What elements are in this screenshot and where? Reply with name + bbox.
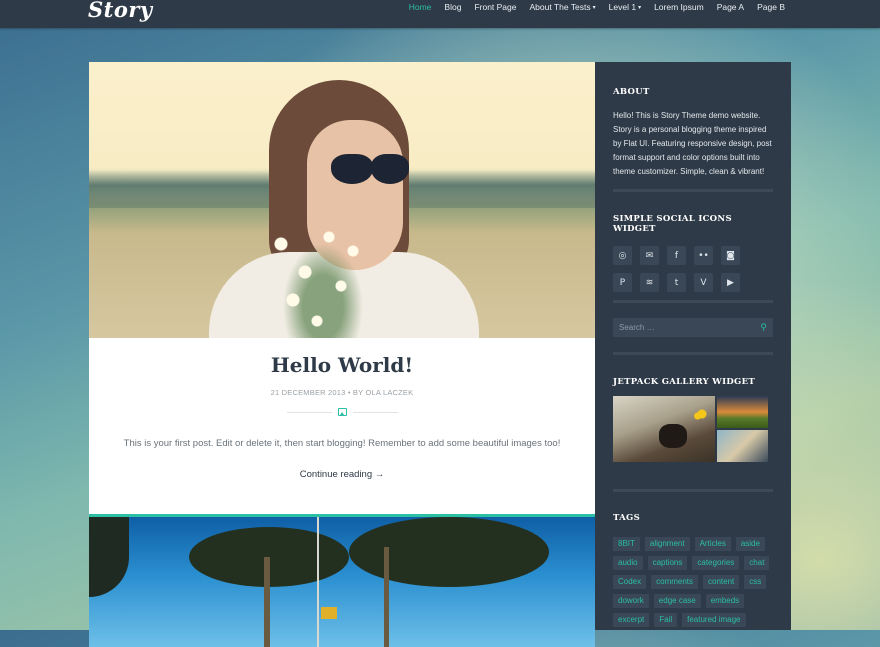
post-body: Hello World! 21 DECEMBER 2013 • BY OLA L… [89, 338, 595, 514]
flag [321, 607, 337, 619]
tag-link[interactable]: edge case [653, 594, 701, 608]
tag-link[interactable]: Articles [694, 537, 731, 551]
palm-trunk [384, 547, 389, 647]
widget-title: JETPACK GALLERY WIDGET [613, 377, 755, 387]
search-box: ⚲ [613, 318, 773, 337]
gallery-widget: JETPACK GALLERY WIDGET [613, 377, 773, 462]
tag-cloud: 8BIT alignment Articles aside audio capt… [613, 537, 773, 627]
nav-item-page-b[interactable]: Page B [757, 0, 785, 15]
widget-separator [613, 489, 773, 492]
email-icon[interactable]: ✉ [640, 246, 659, 265]
post-meta: 21 DECEMBER 2013 • BY OLA LACZEK [270, 388, 414, 397]
sunglasses-left [331, 154, 373, 184]
gallery-image-table[interactable] [717, 430, 768, 462]
nav-item-level-1[interactable]: Level 1 ▾ [609, 0, 641, 15]
divider [286, 411, 332, 413]
twitter-icon[interactable]: t [667, 273, 686, 292]
nav-item-home[interactable]: Home [409, 0, 432, 15]
instagram-icon[interactable]: ◙ [721, 246, 740, 265]
tag-link[interactable]: audio [613, 556, 643, 570]
flower-bouquet [257, 202, 377, 338]
tag-link[interactable]: captions [647, 556, 688, 570]
search-icon[interactable]: ⚲ [760, 322, 767, 333]
tag-link[interactable]: Fail [654, 613, 678, 627]
tag-link[interactable]: categories [692, 556, 740, 570]
main-content: Hello World! 21 DECEMBER 2013 • BY OLA L… [89, 62, 595, 647]
nav-item-label: Lorem Ipsum [654, 2, 704, 12]
facebook-icon[interactable]: f [667, 246, 686, 265]
gallery-grid [613, 396, 768, 462]
flag-pole [317, 517, 319, 647]
main-menu: Home Blog Front Page About The Tests ▾ Le… [409, 0, 880, 28]
nav-item-label: Page A [716, 2, 745, 12]
about-widget: ABOUT Hello! This is Story Theme demo we… [613, 87, 773, 179]
nav-item-label: Blog [444, 2, 462, 12]
post-featured-image[interactable] [89, 62, 595, 338]
tag-link[interactable]: alignment [644, 537, 690, 551]
image-icon[interactable] [337, 408, 347, 416]
tag-link[interactable]: css [744, 575, 767, 589]
sidebar: ABOUT Hello! This is Story Theme demo we… [595, 62, 791, 630]
widget-title: SIMPLE SOCIAL ICONS WIDGET [613, 214, 732, 234]
chevron-down-icon: ▾ [592, 4, 596, 11]
widget-separator [613, 352, 773, 355]
nav-item-label: Level 1 [608, 2, 637, 12]
dribbble-icon[interactable]: ◎ [613, 246, 632, 265]
chevron-down-icon: ▾ [638, 4, 642, 11]
post-format-row [89, 405, 595, 419]
nav-item-about-the-tests[interactable]: About The Tests ▾ [530, 0, 596, 15]
tag-link[interactable]: 8BIT [613, 537, 640, 551]
tag-link[interactable]: content [703, 575, 740, 589]
nav-item-blog[interactable]: Blog [444, 0, 461, 15]
gallery-image-tea[interactable] [613, 396, 715, 462]
continue-reading-link[interactable]: Continue reading → [89, 469, 595, 480]
teapot [659, 424, 687, 448]
nav-item-lorem-ipsum[interactable]: Lorem Ipsum [654, 0, 704, 15]
gallery-image-sunset[interactable] [717, 396, 768, 428]
widget-separator [613, 189, 773, 192]
yellow-flowers [691, 404, 713, 424]
tags-widget: TAGS 8BIT alignment Articles aside audio… [613, 513, 773, 627]
social-icons-grid: ◎ ✉ f •• ◙ P ≋ t V ▶ [613, 246, 773, 292]
palm-trunk [264, 557, 270, 647]
palm-leaves [89, 517, 129, 597]
tag-link[interactable]: Codex [613, 575, 647, 589]
nav-item-front-page[interactable]: Front Page [474, 0, 516, 15]
widget-title: TAGS [613, 513, 641, 523]
tag-link[interactable]: featured image [682, 613, 746, 627]
flickr-icon[interactable]: •• [694, 246, 713, 265]
tag-link[interactable]: chat [744, 556, 770, 570]
tag-link[interactable]: comments [651, 575, 699, 589]
nav-item-label: About The Tests [529, 2, 591, 12]
search-input[interactable] [619, 323, 739, 332]
tag-link[interactable]: embeds [705, 594, 745, 608]
about-text: Hello! This is Story Theme demo website.… [613, 111, 772, 176]
top-navigation-bar: Story Home Blog Front Page About The Tes… [0, 0, 880, 28]
pinterest-icon[interactable]: P [613, 273, 632, 292]
nav-item-label: Front Page [474, 2, 517, 12]
sunglasses-right [371, 154, 409, 184]
nav-item-page-a[interactable]: Page A [717, 0, 744, 15]
divider [352, 411, 398, 413]
tag-link[interactable]: dowork [613, 594, 649, 608]
nav-item-label: Home [408, 2, 432, 12]
site-logo[interactable]: Story [88, 0, 153, 22]
vimeo-icon[interactable]: V [694, 273, 713, 292]
rss-icon[interactable]: ≋ [640, 273, 659, 292]
tag-link[interactable]: aside [735, 537, 765, 551]
post-excerpt: This is your first post. Edit or delete … [123, 438, 561, 449]
widget-title: ABOUT [613, 87, 650, 97]
palm-leaves [349, 517, 549, 587]
tag-link[interactable]: excerpt [613, 613, 650, 627]
post-title[interactable]: Hello World! [89, 350, 595, 380]
widget-separator [613, 300, 773, 303]
post-card: Hello World! 21 DECEMBER 2013 • BY OLA L… [89, 62, 595, 647]
social-icons-widget: SIMPLE SOCIAL ICONS WIDGET ◎ ✉ f •• ◙ P … [613, 214, 773, 292]
nav-item-label: Page B [757, 2, 785, 12]
second-post-image[interactable] [89, 517, 595, 647]
youtube-icon[interactable]: ▶ [721, 273, 740, 292]
search-widget: ⚲ [613, 318, 773, 337]
